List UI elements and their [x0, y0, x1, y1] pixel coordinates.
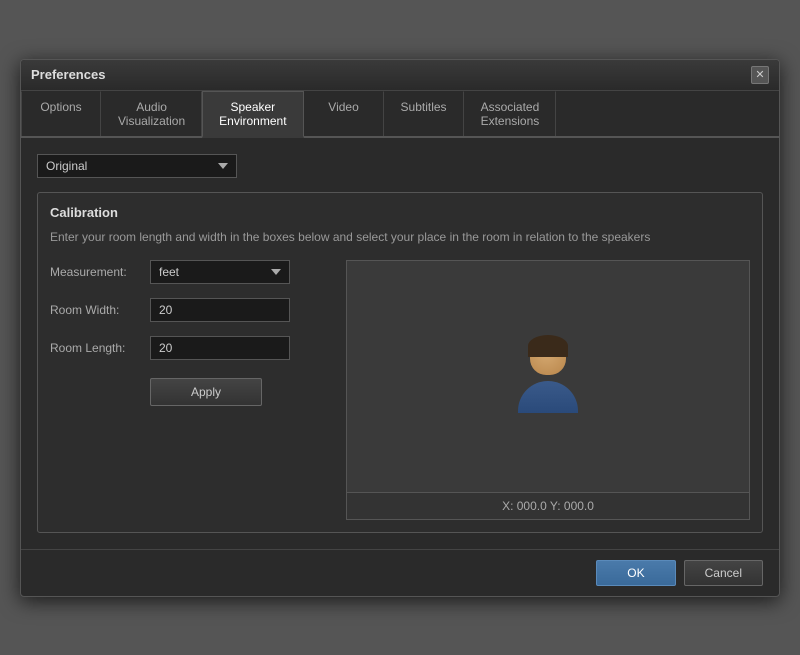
preset-dropdown[interactable]: Original Custom: [37, 154, 237, 178]
measurement-label: Measurement:: [50, 265, 150, 279]
tab-subtitles[interactable]: Subtitles: [384, 91, 464, 136]
dialog-title: Preferences: [31, 67, 105, 82]
room-width-label: Room Width:: [50, 303, 150, 317]
avatar-hair: [528, 335, 568, 357]
apply-button[interactable]: Apply: [150, 378, 262, 406]
tab-speaker-environment[interactable]: Speaker Environment: [202, 91, 303, 138]
calibration-title: Calibration: [50, 205, 750, 220]
ok-button[interactable]: OK: [596, 560, 675, 586]
tab-video[interactable]: Video: [304, 91, 384, 136]
preset-row: Original Custom: [37, 154, 763, 178]
tab-associated-extensions[interactable]: Associated Extensions: [464, 91, 557, 136]
avatar-body: [518, 381, 578, 413]
preferences-dialog: Preferences ✕ Options Audio Visualizatio…: [20, 59, 780, 597]
measurement-row: Measurement: feet meters: [50, 260, 330, 284]
dialog-footer: OK Cancel: [21, 549, 779, 596]
room-length-label: Room Length:: [50, 341, 150, 355]
title-bar: Preferences ✕: [21, 60, 779, 91]
cancel-button[interactable]: Cancel: [684, 560, 763, 586]
calibration-description: Enter your room length and width in the …: [50, 228, 750, 246]
close-button[interactable]: ✕: [751, 66, 769, 84]
room-width-row: Room Width:: [50, 298, 330, 322]
coordinates-display: X: 000.0 Y: 000.0: [347, 492, 749, 519]
room-length-row: Room Length:: [50, 336, 330, 360]
tab-content: Original Custom Calibration Enter your r…: [21, 138, 779, 549]
calibration-section: Calibration Enter your room length and w…: [37, 192, 763, 533]
room-length-input[interactable]: [150, 336, 290, 360]
room-canvas[interactable]: [347, 261, 749, 492]
tab-audio-visualization[interactable]: Audio Visualization: [101, 91, 202, 136]
calibration-body: Measurement: feet meters Room Width: Roo…: [50, 260, 750, 520]
avatar: [518, 339, 578, 413]
form-fields: Measurement: feet meters Room Width: Roo…: [50, 260, 330, 520]
room-width-input[interactable]: [150, 298, 290, 322]
room-visualizer: X: 000.0 Y: 000.0: [346, 260, 750, 520]
measurement-dropdown[interactable]: feet meters: [150, 260, 290, 284]
tabs-container: Options Audio Visualization Speaker Envi…: [21, 91, 779, 138]
tab-options[interactable]: Options: [21, 91, 101, 136]
